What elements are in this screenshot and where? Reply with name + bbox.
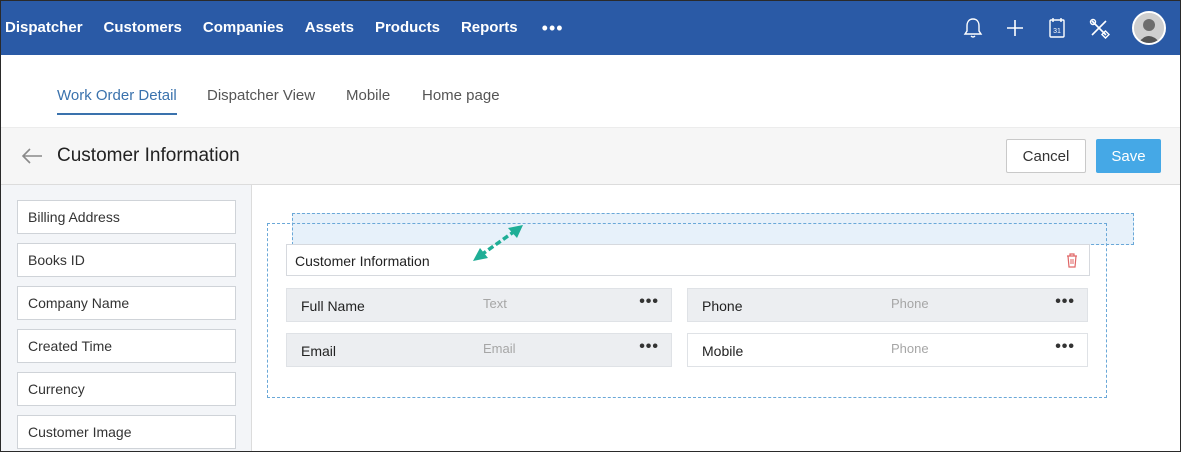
field-label: Mobile [702,343,744,359]
more-options-icon[interactable]: ••• [1055,338,1075,356]
resize-arrow-icon [473,225,523,261]
back-arrow-icon[interactable] [21,146,43,166]
active-tab-indicator [57,113,177,115]
field-palette: Billing Address Books ID Company Name Cr… [1,185,252,451]
field-label: Email [301,343,337,359]
field-placeholder: Email [483,341,516,356]
top-navigation: Dispatcher Customers Companies Assets Pr… [1,1,1180,55]
layout-tabs: Work Order Detail Dispatcher View Mobile… [1,55,1180,127]
field-item-billing-address[interactable]: Billing Address [17,200,236,234]
section-title: Customer Information [295,253,430,269]
field-row-phone[interactable]: Phone Phone ••• [687,288,1088,322]
field-item-customer-image[interactable]: Customer Image [17,415,236,449]
nav-item-companies[interactable]: Companies [203,1,284,55]
plus-icon[interactable] [1004,17,1026,39]
tab-home-page[interactable]: Home page [422,87,500,104]
nav-more-button[interactable]: ••• [542,18,564,39]
field-row-mobile[interactable]: Mobile Phone ••• [687,333,1088,367]
more-options-icon[interactable]: ••• [639,293,659,311]
save-button[interactable]: Save [1096,139,1161,173]
field-placeholder: Phone [891,341,929,356]
tab-dispatcher-view[interactable]: Dispatcher View [207,87,315,104]
nav-item-dispatcher[interactable]: Dispatcher [5,1,83,55]
field-placeholder: Phone [891,296,929,311]
field-placeholder: Text [483,296,507,311]
calendar-icon[interactable]: 31 [1046,17,1068,39]
tab-work-order-detail[interactable]: Work Order Detail [57,87,177,104]
calendar-day-label: 31 [1053,28,1061,35]
field-item-currency[interactable]: Currency [17,372,236,406]
field-row-email[interactable]: Email Email ••• [286,333,672,367]
tab-mobile[interactable]: Mobile [346,87,390,104]
nav-item-reports[interactable]: Reports [461,1,518,55]
field-row-full-name[interactable]: Full Name Text ••• [286,288,672,322]
user-avatar[interactable] [1132,11,1166,45]
more-options-icon[interactable]: ••• [1055,293,1075,311]
field-item-created-time[interactable]: Created Time [17,329,236,363]
more-options-icon[interactable]: ••• [639,338,659,356]
field-label: Phone [702,298,743,314]
nav-item-customers[interactable]: Customers [104,1,182,55]
nav-item-products[interactable]: Products [375,1,440,55]
page-title: Customer Information [57,145,240,166]
app-window: Dispatcher Customers Companies Assets Pr… [0,0,1181,452]
field-item-books-id[interactable]: Books ID [17,243,236,277]
cancel-button[interactable]: Cancel [1006,139,1086,173]
nav-menu: Dispatcher Customers Companies Assets Pr… [1,1,564,55]
trash-icon[interactable] [1065,252,1079,268]
section-header[interactable]: Customer Information [286,244,1090,276]
nav-item-assets[interactable]: Assets [305,1,354,55]
tools-icon[interactable] [1088,17,1110,39]
page-header: Customer Information Cancel Save [1,127,1180,185]
bell-icon[interactable] [962,17,984,39]
nav-actions: 31 [942,1,1166,55]
field-item-company-name[interactable]: Company Name [17,286,236,320]
field-label: Full Name [301,298,365,314]
